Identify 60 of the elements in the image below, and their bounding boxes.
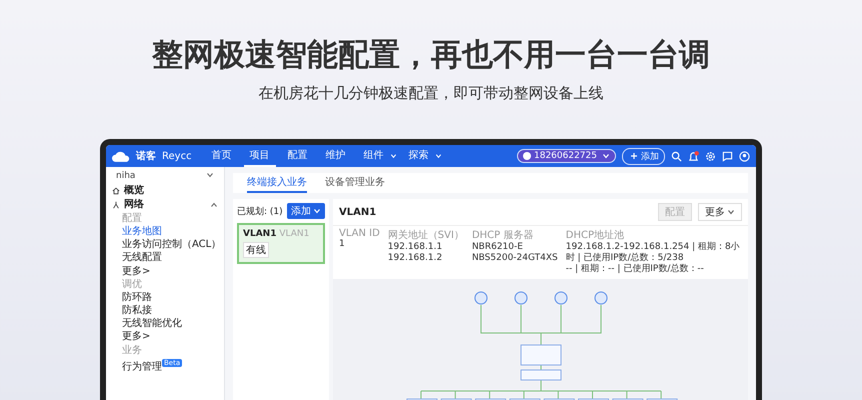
home-icon <box>112 187 120 195</box>
nav-item[interactable]: 配置 <box>282 145 314 167</box>
tab[interactable]: 终端接入业务 <box>247 173 307 193</box>
group-heading: 业务 <box>121 344 143 357</box>
network-icon <box>112 201 120 209</box>
sidebar-item[interactable]: 行为管理 $^{Beta}$ <box>106 356 224 374</box>
settings-icon[interactable] <box>705 150 716 162</box>
table-cell-text: 192.168.1.2 <box>388 253 444 264</box>
headline: 整网极速智能配置，再也不用一台一台调 <box>152 36 710 74</box>
group-heading: 配置 <box>121 212 143 225</box>
table-cell-text: -- | 租期：-- | 已使用IP数/总数：-- <box>566 264 705 275</box>
sidebar-item[interactable]: 网络 <box>106 198 224 212</box>
sidebar-item[interactable]: 更多> <box>106 330 224 344</box>
column-heading: DHCP地址池 <box>566 228 625 242</box>
vlan-card[interactable]: VLAN1 VLAN1 有线 <box>237 223 325 264</box>
table-cell-text: 192.168.1.1 <box>388 242 444 253</box>
add-button[interactable]: 添加 <box>287 203 325 219</box>
brand-subname: Reycc <box>162 150 192 162</box>
subheadline: 在机房花十几分钟极速配置，即可带动整网设备上线 <box>258 84 604 103</box>
notification-icon[interactable] <box>688 150 699 162</box>
cloud-logo-icon <box>112 150 130 162</box>
sidebar-item[interactable]: 更多> <box>106 264 224 278</box>
sidebar-item[interactable]: 业务访问控制（ACL） <box>106 238 224 252</box>
sidebar-item[interactable]: 防私接 <box>106 304 224 318</box>
sidebar-item[interactable]: 概览 <box>106 184 224 198</box>
vlan-alias: VLAN1 <box>279 229 310 239</box>
group-heading: 调优 <box>121 278 143 291</box>
sidebar-item[interactable]: 无线智能优化 <box>106 317 224 330</box>
tab[interactable]: 设备管理业务 <box>325 173 385 193</box>
vlan-tag: 有线 <box>243 242 269 258</box>
planned-label: 已规划: (1) <box>237 206 283 218</box>
nav-item[interactable]: 维护 <box>320 145 352 167</box>
table-cell-text: 192.168.1.2-192.168.1.254 | 租期：8小时 | 已使用IP数/总数：5/238 <box>566 242 741 264</box>
column-heading: VLAN ID <box>339 228 380 239</box>
table-cell: NBS5200-24GT4XS <box>472 253 558 264</box>
vlan-name: VLAN1 <box>243 229 276 239</box>
user-icon[interactable] <box>739 150 750 162</box>
caret-icon <box>602 152 610 160</box>
nav-item[interactable]: 探索 <box>402 145 435 167</box>
project-selector[interactable]: niha <box>112 170 218 182</box>
brand-name: 诺客 <box>136 149 156 163</box>
column-heading: 网关地址（SVI） <box>388 228 464 242</box>
nav-item[interactable]: 项目 <box>244 145 276 167</box>
table-cell-text: 1 <box>339 239 346 250</box>
detail-button[interactable]: 更多 <box>698 203 742 221</box>
column-heading: DHCP 服务器 <box>472 229 534 242</box>
search-icon[interactable] <box>671 150 682 162</box>
nav-item[interactable]: 首页 <box>206 145 238 167</box>
message-icon[interactable] <box>722 150 733 162</box>
nav-item[interactable]: 组件 <box>358 145 390 167</box>
detail-title: VLAN1 <box>339 206 376 218</box>
sidebar-item[interactable]: 防环路 <box>106 290 224 304</box>
sidebar-item[interactable]: 业务地图 <box>106 225 224 238</box>
add-button[interactable]: 添加 <box>622 148 665 164</box>
plus-icon <box>630 152 638 160</box>
sidebar-item[interactable]: 无线配置 <box>106 251 224 265</box>
caret-icon <box>206 171 214 179</box>
account-selector[interactable]: 18260622725 <box>517 149 616 163</box>
table-cell-text: NBR6210-E <box>472 242 524 253</box>
caret-icon <box>313 207 321 215</box>
